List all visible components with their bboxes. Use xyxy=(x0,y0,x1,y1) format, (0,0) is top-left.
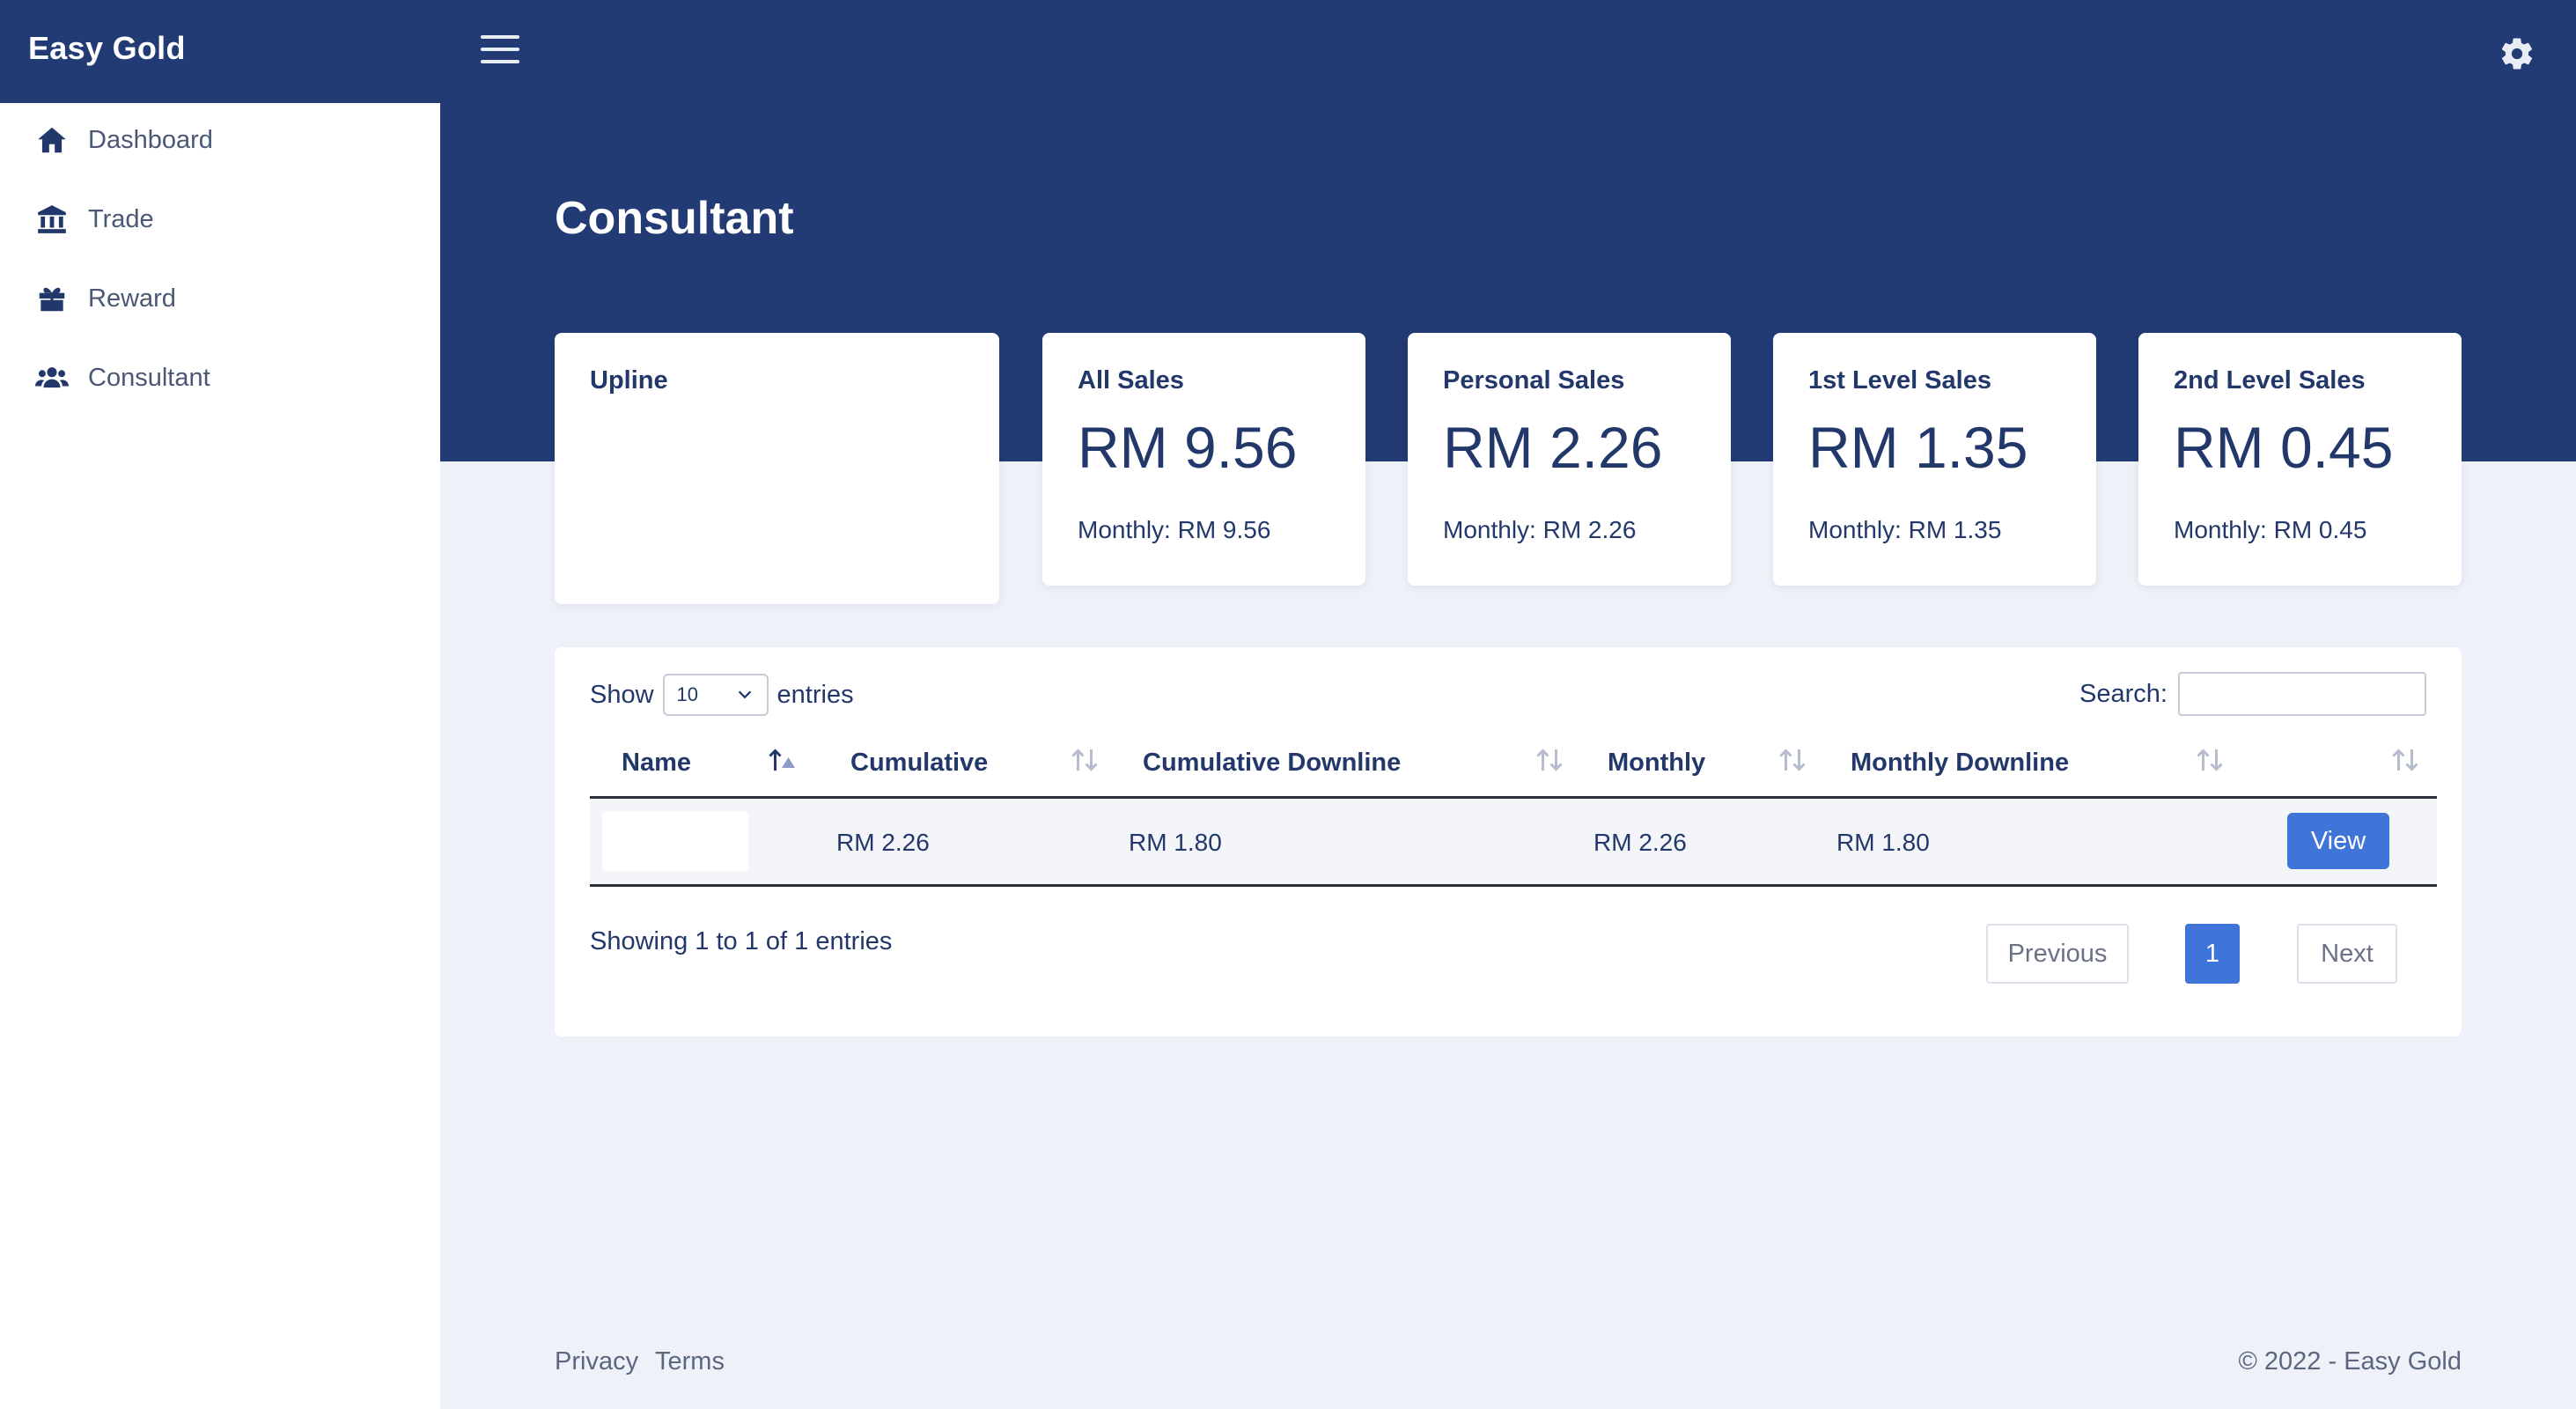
cumulative-cell: RM 2.26 xyxy=(836,829,930,856)
card-monthly: Monthly: RM 1.35 xyxy=(1808,516,2002,543)
card-value: RM 1.35 xyxy=(1808,415,2028,480)
users-icon xyxy=(35,361,69,395)
page-size-value: 10 xyxy=(676,683,699,705)
sort-ascending-icon xyxy=(769,749,795,771)
page-1-button[interactable]: 1 xyxy=(2185,924,2240,984)
table-header: Name Cumulative Cumulative Downline Mont… xyxy=(590,727,2437,799)
name-cell xyxy=(602,811,748,871)
sort-icon xyxy=(1536,749,1563,771)
card-title: 1st Level Sales xyxy=(1808,366,1991,395)
chevron-down-icon xyxy=(738,690,751,699)
column-header-monthly-downline[interactable]: Monthly Downline xyxy=(1851,727,2069,799)
sidebar-item-trade[interactable]: Trade xyxy=(0,184,440,255)
sidebar-item-label: Dashboard xyxy=(88,125,213,154)
column-header-cumulative[interactable]: Cumulative xyxy=(850,727,988,799)
entries-label: entries xyxy=(776,680,854,709)
first-level-sales-card: 1st Level Sales RM 1.35 Monthly: RM 1.35 xyxy=(1773,333,2096,586)
column-label: Monthly Downline xyxy=(1851,748,2070,777)
upline-card: Upline xyxy=(555,333,999,604)
sort-icon xyxy=(2392,749,2418,771)
next-button[interactable]: Next xyxy=(2297,924,2397,984)
card-monthly: Monthly: RM 2.26 xyxy=(1443,516,1637,543)
top-bar xyxy=(0,0,2576,103)
card-monthly: Monthly: RM 0.45 xyxy=(2174,516,2367,543)
second-level-sales-card: 2nd Level Sales RM 0.45 Monthly: RM 0.45 xyxy=(2138,333,2462,586)
sidebar-item-label: Trade xyxy=(88,204,154,233)
view-button[interactable]: View xyxy=(2287,813,2389,869)
terms-link[interactable]: Terms xyxy=(655,1347,725,1376)
monthly-downline-cell: RM 1.80 xyxy=(1836,829,1930,856)
column-header-monthly[interactable]: Monthly xyxy=(1608,727,1705,799)
bank-icon xyxy=(35,203,69,236)
previous-button[interactable]: Previous xyxy=(1986,924,2129,984)
search-label: Search: xyxy=(2079,679,2168,708)
table-info: Showing 1 to 1 of 1 entries xyxy=(590,927,893,955)
cumulative-downline-cell: RM 1.80 xyxy=(1129,829,1222,856)
page-length-control: Show 10 entries xyxy=(590,674,854,716)
all-sales-card: All Sales RM 9.56 Monthly: RM 9.56 xyxy=(1042,333,1365,586)
page-title: Consultant xyxy=(555,193,794,244)
search-input[interactable] xyxy=(2178,672,2426,716)
page-size-select[interactable]: 10 xyxy=(662,674,769,716)
column-header-name[interactable]: Name xyxy=(622,727,691,799)
card-monthly: Monthly: RM 9.56 xyxy=(1078,516,1271,543)
sidebar-item-dashboard[interactable]: Dashboard xyxy=(0,105,440,175)
sidebar-item-label: Consultant xyxy=(88,363,210,392)
gift-icon xyxy=(35,282,69,315)
gear-icon[interactable] xyxy=(2499,35,2536,72)
sidebar-item-reward[interactable]: Reward xyxy=(0,263,440,334)
column-header-cumulative-downline[interactable]: Cumulative Downline xyxy=(1143,727,1401,799)
brand-logo[interactable]: Easy Gold xyxy=(28,30,186,67)
column-label: Monthly xyxy=(1608,748,1706,777)
column-label: Cumulative xyxy=(850,748,989,777)
sort-icon xyxy=(2197,749,2223,771)
consultant-table-panel: Show 10 entries Search: Name Cumulative … xyxy=(555,647,2462,1036)
column-label: Name xyxy=(622,748,691,777)
copyright: © 2022 - Easy Gold xyxy=(2238,1347,2462,1376)
sort-icon xyxy=(1071,749,1098,771)
table-row: RM 2.26 RM 1.80 RM 2.26 RM 1.80 View xyxy=(590,799,2437,887)
card-value: RM 0.45 xyxy=(2174,415,2394,480)
home-icon xyxy=(35,123,69,157)
card-value: RM 9.56 xyxy=(1078,415,1298,480)
card-title: 2nd Level Sales xyxy=(2174,366,2366,395)
sort-icon xyxy=(1779,749,1806,771)
search-control: Search: xyxy=(2079,672,2426,716)
card-value: RM 2.26 xyxy=(1443,415,1663,480)
hamburger-icon[interactable] xyxy=(481,35,519,67)
personal-sales-card: Personal Sales RM 2.26 Monthly: RM 2.26 xyxy=(1408,333,1731,586)
card-title: Personal Sales xyxy=(1443,366,1625,395)
show-label: Show xyxy=(590,680,654,709)
card-title: Upline xyxy=(590,366,668,395)
monthly-cell: RM 2.26 xyxy=(1593,829,1687,856)
privacy-link[interactable]: Privacy xyxy=(555,1347,638,1376)
sidebar: Dashboard Trade Reward Consultant xyxy=(0,103,440,1409)
sidebar-item-consultant[interactable]: Consultant xyxy=(0,343,440,413)
card-title: All Sales xyxy=(1078,366,1184,395)
column-label: Cumulative Downline xyxy=(1143,748,1402,777)
sidebar-item-label: Reward xyxy=(88,284,176,313)
